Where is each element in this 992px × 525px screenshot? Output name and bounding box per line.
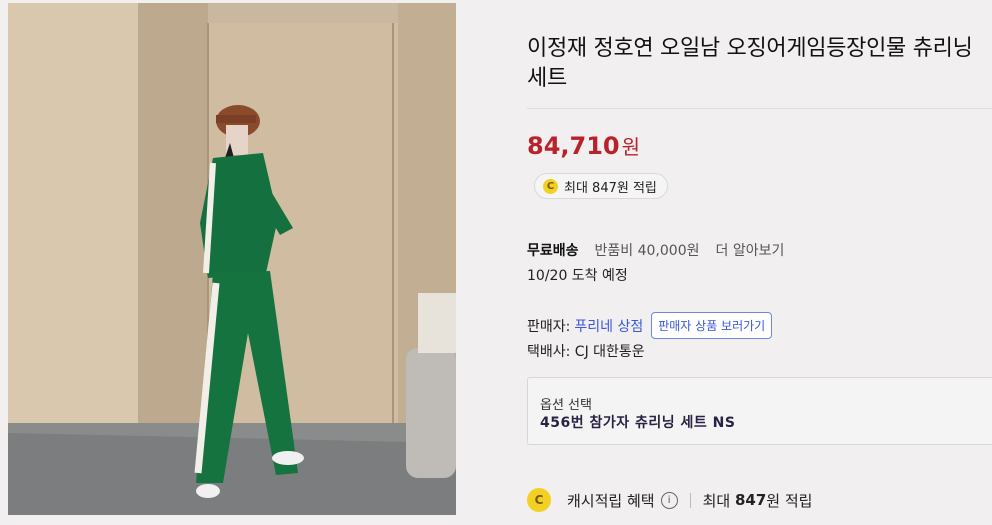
product-info-panel: 이정재 정호연 오일남 오징어게임등장인물 츄리닝세트 84,710 원 C 최대… bbox=[527, 0, 992, 525]
courier-info: 택배사: CJ 대한통운 bbox=[527, 344, 645, 360]
return-fee: 반품비 40,000원 bbox=[594, 243, 700, 259]
price-amount: 84,710 bbox=[527, 132, 620, 160]
seller-row: 판매자: 푸리네 상점 판매자 상품 보러가기 bbox=[527, 312, 773, 339]
benefit-max-suffix: 원 적립 bbox=[766, 491, 813, 510]
cash-benefit-row: C 캐시적립 혜택 i 최대 847 원 적립 bbox=[527, 488, 812, 512]
option-label: 옵션 선택 bbox=[540, 398, 592, 413]
separator bbox=[689, 492, 691, 508]
shipping-more-link[interactable]: 더 알아보기 bbox=[716, 240, 785, 260]
cash-reward-text: 최대 847원 적립 bbox=[564, 180, 657, 196]
coin-c-icon: C bbox=[527, 488, 551, 512]
option-selected-value: 456번 참가자 츄리닝 세트 NS bbox=[540, 415, 736, 431]
option-select[interactable]: 옵션 선택 456번 참가자 츄리닝 세트 NS bbox=[527, 377, 992, 445]
seller-name-link[interactable]: 푸리네 상점 bbox=[574, 316, 643, 336]
price-unit: 원 bbox=[621, 135, 641, 159]
cash-benefit-label: 캐시적립 혜택 bbox=[567, 491, 655, 510]
benefit-max-amount: 847 bbox=[734, 491, 767, 509]
divider bbox=[527, 108, 992, 109]
free-shipping-label: 무료배송 bbox=[527, 243, 579, 259]
product-photo bbox=[8, 3, 456, 515]
product-price: 84,710 원 bbox=[527, 131, 640, 160]
coin-c-icon: C bbox=[543, 178, 558, 194]
arrival-date: 10/20 도착 예정 bbox=[527, 268, 628, 284]
product-title: 이정재 정호연 오일남 오징어게임등장인물 츄리닝세트 bbox=[527, 36, 973, 91]
cash-reward-badge: C 최대 847원 적립 bbox=[534, 173, 668, 199]
info-circle-icon[interactable]: i bbox=[660, 491, 678, 509]
benefit-max-prefix: 최대 bbox=[702, 491, 731, 510]
view-seller-products-button[interactable]: 판매자 상품 보러가기 bbox=[651, 312, 773, 339]
shipping-row: 무료배송 반품비 40,000원 더 알아보기 bbox=[527, 240, 784, 260]
seller-label: 판매자: bbox=[527, 318, 571, 335]
